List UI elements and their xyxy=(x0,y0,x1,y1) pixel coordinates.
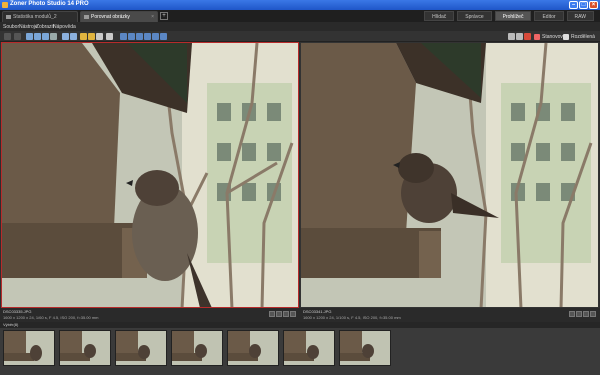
layout-4-icon[interactable] xyxy=(144,33,151,40)
right-view-button-1[interactable] xyxy=(569,311,575,317)
right-view-button-3[interactable] xyxy=(583,311,589,317)
mode-viewer[interactable]: Prohlížeč xyxy=(494,11,532,21)
image-icon xyxy=(6,15,11,19)
thumbnail-image xyxy=(4,331,54,365)
layout-1-icon[interactable] xyxy=(120,33,127,40)
left-view-button-3[interactable] xyxy=(283,311,289,317)
right-view-button-2[interactable] xyxy=(576,311,582,317)
menu-bar: Soubor Nástroje Zobrazit Nápověda xyxy=(0,22,600,31)
toolbar: Stanovovat Rozdělená xyxy=(0,31,600,42)
split-toggle[interactable]: Rozdělená xyxy=(563,33,595,40)
forward-icon[interactable] xyxy=(14,33,21,40)
zoom-in-icon[interactable] xyxy=(26,33,33,40)
thumbnail[interactable] xyxy=(59,330,111,366)
mode-raw[interactable]: RAW xyxy=(566,11,594,21)
app-icon xyxy=(2,2,8,8)
split-label: Rozdělená xyxy=(571,33,595,40)
rotate-left-icon[interactable] xyxy=(62,33,69,40)
info-icon[interactable] xyxy=(96,33,103,40)
monitor-icon[interactable] xyxy=(508,33,515,40)
thumbnail[interactable] xyxy=(283,330,335,366)
tab-label: Statistika modulů_2 xyxy=(13,14,57,20)
left-info-bar: DSC03335.JPG 1600 x 1200 x 24, 1/60 s, F… xyxy=(0,308,300,322)
rotate-right-icon[interactable] xyxy=(70,33,77,40)
thumbnail[interactable] xyxy=(339,330,391,366)
settings-icon[interactable] xyxy=(106,33,113,40)
left-exif: 1600 x 1200 x 24, 1/60 s, F 4.5, ISO 200… xyxy=(3,315,99,320)
sparrow-photo-left xyxy=(2,43,298,307)
compare-icon xyxy=(534,33,540,40)
right-image-pane[interactable] xyxy=(300,42,599,308)
app-window: Zoner Photo Studio 14 PRO – □ × Statisti… xyxy=(0,0,600,375)
thumbnail-image xyxy=(228,331,278,365)
tab-bar: Statistika modulů_2 Porovnat obrázky × +… xyxy=(0,10,600,22)
left-view-button-1[interactable] xyxy=(269,311,275,317)
left-view-button-4[interactable] xyxy=(290,311,296,317)
thumbnail[interactable] xyxy=(115,330,167,366)
thumbnail-image xyxy=(60,331,110,365)
tab-label: Porovnat obrázky xyxy=(91,14,130,20)
maximize-button[interactable]: □ xyxy=(579,1,588,9)
thumbnail-image xyxy=(284,331,334,365)
thumbnail[interactable] xyxy=(227,330,279,366)
sparrow-photo-right xyxy=(301,43,598,307)
thumbnail-image xyxy=(172,331,222,365)
filmstrip-label: Výběr(8) xyxy=(3,322,19,327)
tab-statistics[interactable]: Statistika modulů_2 xyxy=(2,11,78,22)
tab-compare[interactable]: Porovnat obrázky × xyxy=(80,11,158,22)
open-icon[interactable] xyxy=(88,33,95,40)
right-exif: 1600 x 1200 x 24, 1/100 s, F 4.5, ISO 20… xyxy=(303,315,401,320)
back-icon[interactable] xyxy=(4,33,11,40)
left-view-button-2[interactable] xyxy=(276,311,282,317)
layout-3-icon[interactable] xyxy=(136,33,143,40)
thumbnail[interactable] xyxy=(171,330,223,366)
split-icon xyxy=(563,33,569,40)
right-info-bar: DSC03341.JPG 1600 x 1200 x 24, 1/100 s, … xyxy=(300,308,600,322)
layout-2-icon[interactable] xyxy=(128,33,135,40)
mode-manager[interactable]: Správce xyxy=(457,11,492,21)
red-tool-icon[interactable] xyxy=(524,33,531,40)
right-view-button-4[interactable] xyxy=(590,311,596,317)
left-filename: DSC03335.JPG xyxy=(3,309,32,314)
close-tab-icon[interactable]: × xyxy=(151,14,154,20)
title-bar: Zoner Photo Studio 14 PRO – □ × xyxy=(0,0,600,10)
thumbnail-image xyxy=(340,331,390,365)
menu-file[interactable]: Soubor xyxy=(3,24,19,30)
filmstrip xyxy=(0,328,600,375)
zoom-out-icon[interactable] xyxy=(34,33,41,40)
left-image-pane[interactable] xyxy=(1,42,299,308)
layout-5-icon[interactable] xyxy=(152,33,159,40)
new-tab-button[interactable]: + xyxy=(160,12,168,20)
menu-view[interactable]: Zobrazit xyxy=(36,24,54,30)
print-icon[interactable] xyxy=(516,33,523,40)
menu-tools[interactable]: Nástroje xyxy=(19,24,38,30)
mode-hlidac[interactable]: Hlídač xyxy=(424,11,455,21)
zoom-fit-icon[interactable] xyxy=(42,33,49,40)
window-title: Zoner Photo Studio 14 PRO xyxy=(10,1,89,7)
menu-help[interactable]: Nápověda xyxy=(53,24,76,30)
close-button[interactable]: × xyxy=(589,1,598,9)
mode-editor[interactable]: Editor xyxy=(534,11,564,21)
right-filename: DSC03341.JPG xyxy=(303,309,332,314)
minimize-button[interactable]: – xyxy=(569,1,578,9)
image-icon xyxy=(84,15,89,19)
thumbnail[interactable] xyxy=(3,330,55,366)
thumbnail-image xyxy=(116,331,166,365)
folder-icon[interactable] xyxy=(80,33,87,40)
zoom-actual-icon[interactable] xyxy=(50,33,57,40)
layout-6-icon[interactable] xyxy=(160,33,167,40)
